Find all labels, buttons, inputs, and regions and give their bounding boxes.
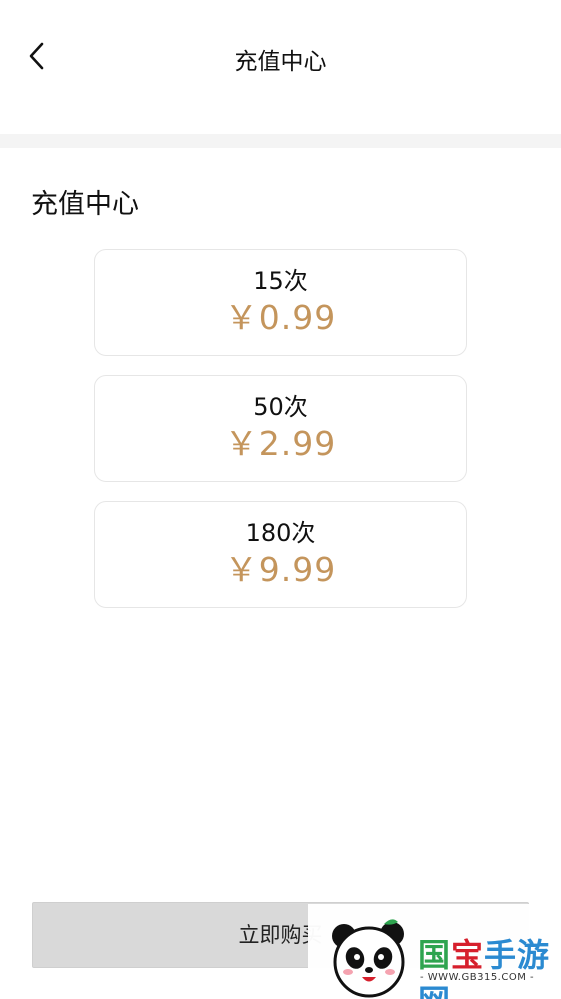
plan-price: ￥2.99 bbox=[224, 424, 337, 463]
plan-count: 50次 bbox=[253, 393, 308, 421]
section-heading: 充值中心 bbox=[31, 189, 139, 220]
watermark: 国宝手游网 - WWW.GB315.COM - bbox=[308, 904, 561, 999]
plan-count: 180次 bbox=[245, 519, 316, 547]
plan-count: 15次 bbox=[253, 267, 308, 295]
plan-card-50[interactable]: 50次 ￥2.99 bbox=[94, 375, 467, 482]
page-title: 充值中心 bbox=[234, 49, 327, 75]
recharge-plan-list: 15次 ￥0.99 50次 ￥2.99 180次 ￥9.99 bbox=[94, 249, 467, 627]
panda-logo-icon bbox=[332, 919, 405, 998]
plan-price: ￥0.99 bbox=[224, 298, 337, 337]
plan-card-15[interactable]: 15次 ￥0.99 bbox=[94, 249, 467, 356]
watermark-brand: 国宝手游网 bbox=[418, 936, 551, 999]
watermark-url: - WWW.GB315.COM - bbox=[420, 972, 535, 983]
plan-card-180[interactable]: 180次 ￥9.99 bbox=[94, 501, 467, 608]
plan-price: ￥9.99 bbox=[224, 550, 337, 589]
section-divider bbox=[0, 134, 561, 148]
top-bar: 充值中心 bbox=[0, 0, 561, 118]
